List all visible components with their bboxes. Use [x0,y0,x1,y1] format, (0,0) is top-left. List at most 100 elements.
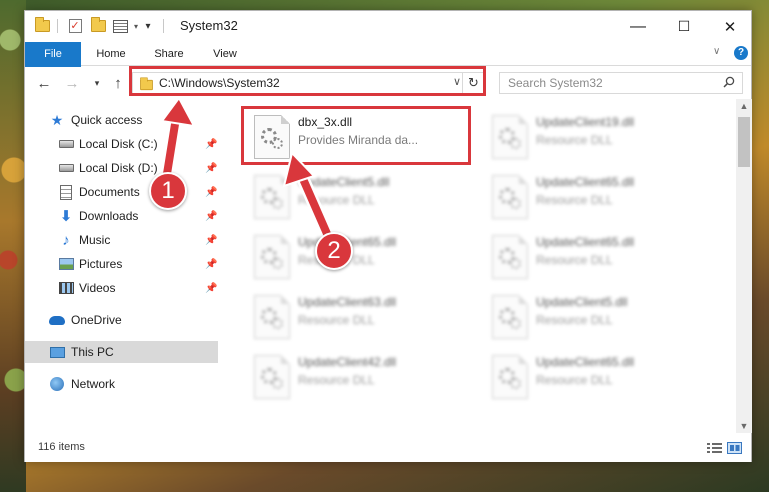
navigation-pane: ★ Quick access Local Disk (C:) 📌 Local D… [25,99,218,433]
file-item[interactable]: UpdateClient42.dll Resource DLL [246,349,472,407]
file-description: Resource DLL [536,373,613,387]
file-item[interactable]: UpdateClient65.dll Resource DLL [484,349,710,407]
up-button[interactable]: ↑ [108,73,128,93]
search-input[interactable]: Search System32 [499,72,743,94]
back-button[interactable]: ← [34,73,54,93]
file-description: Resource DLL [536,133,613,147]
nav-item-music[interactable]: ♪ Music 📌 [25,229,218,251]
file-item[interactable]: UpdateClient5.dll Resource DLL [246,169,472,227]
file-item[interactable]: UpdateClient5.dll Resource DLL [484,289,710,347]
pin-icon[interactable]: 📌 [205,163,217,174]
file-name: UpdateClient65.dll [536,355,635,369]
nav-label: OneDrive [71,313,122,327]
tab-view[interactable]: View [199,42,251,66]
music-icon: ♪ [62,231,70,249]
nav-label: This PC [71,345,114,359]
pin-icon[interactable]: 📌 [205,259,217,270]
scroll-up-icon[interactable]: ▲ [736,99,752,113]
properties-check-icon[interactable]: ✓ [66,17,84,35]
nav-item-videos[interactable]: Videos 📌 [25,277,218,299]
drive-icon [58,136,74,152]
file-name: UpdateClient65.dll [536,175,635,189]
step-1-marker: 1 [149,172,187,210]
nav-label: Videos [79,281,116,295]
pin-icon[interactable]: 📌 [205,235,217,246]
close-button[interactable]: ✕ [707,11,753,42]
window-title: System32 [180,18,238,33]
maximize-button[interactable]: ☐ [661,11,707,42]
status-bar: 116 items [25,433,751,462]
scroll-thumb[interactable] [738,117,750,167]
drive-icon [58,160,74,176]
dll-file-icon [492,115,528,159]
tab-home[interactable]: Home [85,42,137,66]
large-icons-view-icon[interactable] [727,442,742,454]
dll-file-icon [492,175,528,219]
search-placeholder: Search System32 [508,76,603,90]
file-name: UpdateClient65.dll [536,235,635,249]
nav-item-pictures[interactable]: Pictures 📌 [25,253,218,275]
file-item[interactable]: UpdateClient19.dll Resource DLL [484,109,710,167]
expand-ribbon-icon[interactable]: ∨ [713,46,720,57]
file-item[interactable]: UpdateClient65.dll Resource DLL [484,169,710,227]
nav-item-onedrive[interactable]: OneDrive [25,309,218,331]
file-description: Resource DLL [536,313,613,327]
nav-item-documents[interactable]: Documents 📌 [25,181,218,203]
divider [57,19,58,33]
file-name: UpdateClient63.dll [298,295,397,309]
dll-file-icon [254,235,290,279]
dll-file-icon [254,175,290,219]
pin-icon[interactable]: 📌 [205,139,217,150]
nav-label: Music [79,233,111,247]
network-icon [49,376,65,392]
step-2-marker: 2 [315,232,353,270]
nav-item-this-pc[interactable]: This PC [25,341,218,363]
new-folder-icon[interactable] [89,17,107,35]
file-item[interactable]: UpdateClient65.dll Resource DLL [246,229,472,287]
vertical-scrollbar[interactable]: ▲ ▼ [736,99,752,433]
file-name: UpdateClient5.dll [536,295,628,309]
help-icon[interactable]: ? [734,46,748,60]
file-highlight [241,106,471,165]
nav-item-local-disk-d[interactable]: Local Disk (D:) 📌 [25,157,218,179]
title-bar: ✓ ▾ ▾ System32 — ☐ ✕ [25,11,751,42]
dll-file-icon [492,235,528,279]
nav-item-local-disk-c[interactable]: Local Disk (C:) 📌 [25,133,218,155]
file-name: UpdateClient42.dll [298,355,397,369]
dll-file-icon [254,295,290,339]
file-description: Resource DLL [298,313,375,327]
nav-item-downloads[interactable]: ⬇ Downloads 📌 [25,205,218,227]
pin-icon[interactable]: 📌 [205,211,217,222]
file-name: UpdateClient19.dll [536,115,635,129]
dll-file-icon [254,355,290,399]
divider [163,19,164,33]
details-view-icon[interactable] [707,442,722,454]
desktop-background [0,0,26,492]
scroll-down-icon[interactable]: ▼ [736,419,752,433]
documents-icon [58,184,74,200]
file-description: Resource DLL [298,373,375,387]
file-item[interactable]: UpdateClient63.dll Resource DLL [246,289,472,347]
nav-item-quick-access[interactable]: ★ Quick access [25,109,218,131]
minimize-button[interactable]: — [615,11,661,42]
file-item[interactable]: UpdateClient65.dll Resource DLL [484,229,710,287]
forward-button[interactable]: → [62,73,82,93]
address-bar-highlight [129,66,486,96]
customize-toolbar-icon[interactable]: ▾ [139,17,157,35]
search-icon[interactable] [723,76,735,88]
nav-label: Documents [79,185,140,199]
pin-icon[interactable]: 📌 [205,187,217,198]
dll-file-icon [492,355,528,399]
file-description: Resource DLL [298,193,375,207]
onedrive-icon [49,312,65,328]
tab-share[interactable]: Share [143,42,195,66]
item-count: 116 items [38,441,85,453]
nav-label: Downloads [79,209,139,223]
pictures-icon [58,256,74,272]
pin-icon[interactable]: 📌 [205,283,217,294]
dll-file-icon [492,295,528,339]
nav-item-network[interactable]: Network [25,373,218,395]
file-name: UpdateClient5.dll [298,175,390,189]
recent-locations-button[interactable]: ▾ [87,73,107,93]
ribbon: File Home Share View ∨ ? [25,42,751,100]
